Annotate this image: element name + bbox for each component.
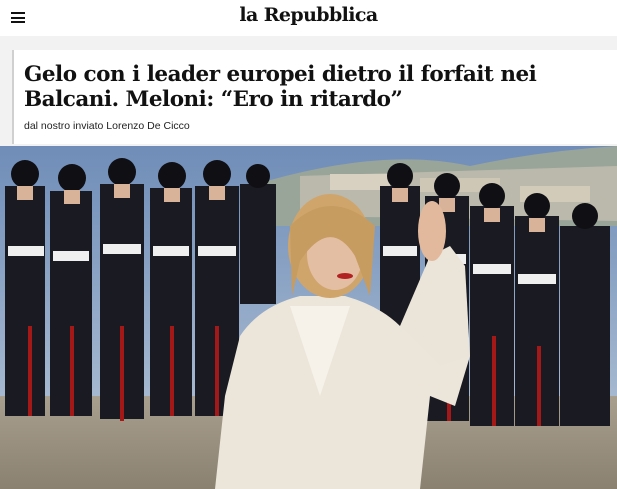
top-bar: la Repubblica [0,0,617,36]
article-byline: dal nostro inviato Lorenzo De Cicco [24,120,190,132]
headline-block: Gelo con i leader europei dietro il forf… [12,50,617,144]
site-logo[interactable]: la Repubblica [0,4,617,26]
article-headline[interactable]: Gelo con i leader europei dietro il forf… [24,62,614,112]
hero-photo-illustration [0,146,617,489]
hero-photo[interactable] [0,146,617,489]
